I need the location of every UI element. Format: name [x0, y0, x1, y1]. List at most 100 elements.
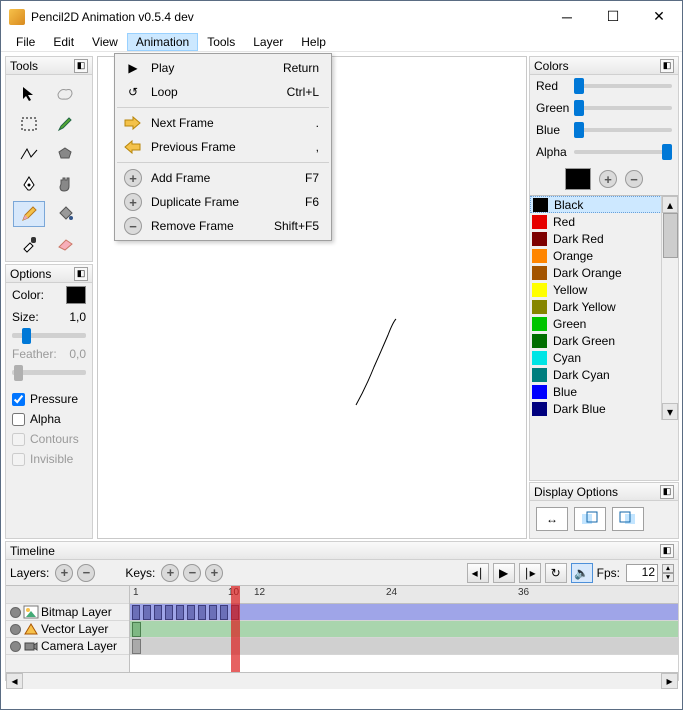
menu-animation[interactable]: Animation — [127, 33, 198, 51]
keyframe[interactable] — [132, 605, 140, 620]
keyframe[interactable] — [176, 605, 184, 620]
current-color-swatch[interactable] — [565, 168, 591, 190]
maximize-button[interactable]: ☐ — [590, 1, 636, 32]
palette-item[interactable]: Orange — [530, 247, 678, 264]
keyframe[interactable] — [165, 605, 173, 620]
fps-input[interactable]: 12 — [626, 564, 658, 582]
bitmap-layer-icon — [24, 606, 38, 618]
red-slider[interactable] — [574, 84, 672, 88]
menu-item-next-frame[interactable]: Next Frame . — [115, 111, 331, 135]
size-slider[interactable] — [12, 333, 86, 338]
frames-area[interactable]: 110122436 — [130, 586, 678, 672]
panel-float-button[interactable]: ◧ — [74, 59, 88, 73]
palette-item[interactable]: Cyan — [530, 349, 678, 366]
layer-row-vector[interactable]: Vector Layer — [6, 621, 129, 638]
mirror-h-button[interactable]: ↔ — [536, 507, 568, 531]
menu-tools[interactable]: Tools — [198, 33, 244, 51]
frame-ruler[interactable]: 110122436 — [130, 586, 678, 604]
onion-prev-button[interactable] — [574, 507, 606, 531]
sound-button[interactable]: 🔈 — [571, 563, 593, 583]
scroll-down-icon[interactable]: ▾ — [662, 403, 678, 420]
panel-float-button[interactable]: ◧ — [74, 267, 88, 281]
add-key-button[interactable]: + — [161, 564, 179, 582]
duplicate-key-button[interactable]: + — [205, 564, 223, 582]
close-button[interactable]: ✕ — [636, 1, 682, 32]
vector-track[interactable] — [130, 621, 678, 638]
goto-start-button[interactable]: ◂∣ — [467, 563, 489, 583]
palette-item[interactable]: Dark Blue — [530, 400, 678, 417]
polyline-tool[interactable] — [13, 141, 45, 167]
keyframe[interactable] — [143, 605, 151, 620]
remove-layer-button[interactable]: − — [77, 564, 95, 582]
keyframe[interactable] — [154, 605, 162, 620]
menu-layer[interactable]: Layer — [244, 33, 292, 51]
smudge-tool[interactable] — [49, 141, 81, 167]
add-layer-button[interactable]: + — [55, 564, 73, 582]
bitmap-track[interactable] — [130, 604, 678, 621]
palette-item[interactable]: Dark Yellow — [530, 298, 678, 315]
visibility-icon[interactable] — [10, 624, 21, 635]
keyframe[interactable] — [198, 605, 206, 620]
brush-tool[interactable] — [49, 111, 81, 137]
keyframe[interactable] — [209, 605, 217, 620]
play-button[interactable]: ▶ — [493, 563, 515, 583]
fps-spinner[interactable]: ▴▾ — [662, 564, 674, 582]
remove-color-button[interactable]: − — [625, 170, 643, 188]
clear-tool[interactable] — [49, 81, 81, 107]
menu-file[interactable]: File — [7, 33, 44, 51]
palette-item[interactable]: Dark Cyan — [530, 366, 678, 383]
hand-tool[interactable] — [49, 171, 81, 197]
palette-item[interactable]: Dark Red — [530, 230, 678, 247]
pencil-tool[interactable] — [13, 201, 45, 227]
palette-item[interactable]: Dark Green — [530, 332, 678, 349]
remove-key-button[interactable]: − — [183, 564, 201, 582]
color-swatch[interactable] — [66, 286, 86, 304]
palette-item[interactable]: Green — [530, 315, 678, 332]
keyframe[interactable] — [187, 605, 195, 620]
onion-next-button[interactable] — [612, 507, 644, 531]
green-slider[interactable] — [574, 106, 672, 110]
minimize-button[interactable]: ─ — [544, 1, 590, 32]
pen-tool[interactable] — [13, 171, 45, 197]
menu-view[interactable]: View — [83, 33, 127, 51]
menu-item-loop[interactable]: ↺ Loop Ctrl+L — [115, 80, 331, 104]
alpha-slider[interactable] — [574, 150, 672, 154]
palette-scrollbar[interactable]: ▴ ▾ — [661, 196, 678, 420]
panel-float-button[interactable]: ◧ — [660, 544, 674, 558]
panel-float-button[interactable]: ◧ — [660, 485, 674, 499]
blue-slider[interactable] — [574, 128, 672, 132]
menu-edit[interactable]: Edit — [44, 33, 83, 51]
menu-item-remove-frame[interactable]: − Remove Frame Shift+F5 — [115, 214, 331, 238]
goto-end-button[interactable]: ∣▸ — [519, 563, 541, 583]
loop-button[interactable]: ↻ — [545, 563, 567, 583]
palette-item[interactable]: Blue — [530, 383, 678, 400]
alpha-checkbox[interactable]: Alpha — [6, 409, 92, 429]
menu-item-duplicate-frame[interactable]: + Duplicate Frame F6 — [115, 190, 331, 214]
panel-float-button[interactable]: ◧ — [660, 59, 674, 73]
layer-row-bitmap[interactable]: Bitmap Layer — [6, 604, 129, 621]
palette-item[interactable]: Dark Orange — [530, 264, 678, 281]
layer-row-camera[interactable]: Camera Layer — [6, 638, 129, 655]
select-tool[interactable] — [13, 111, 45, 137]
playhead[interactable] — [231, 586, 240, 672]
menu-help[interactable]: Help — [292, 33, 335, 51]
timeline-h-scrollbar[interactable]: ◂▸ — [6, 672, 678, 689]
menu-item-play[interactable]: ▶ Play Return — [115, 56, 331, 80]
pressure-checkbox[interactable]: Pressure — [6, 389, 92, 409]
menu-item-add-frame[interactable]: + Add Frame F7 — [115, 166, 331, 190]
menu-item-previous-frame[interactable]: Previous Frame , — [115, 135, 331, 159]
visibility-icon[interactable] — [10, 607, 21, 618]
add-color-button[interactable]: + — [599, 170, 617, 188]
scroll-up-icon[interactable]: ▴ — [662, 196, 678, 213]
palette-item[interactable]: Yellow — [530, 281, 678, 298]
visibility-icon[interactable] — [10, 641, 21, 652]
palette-item[interactable]: Black — [530, 196, 678, 213]
loop-icon: ↺ — [123, 85, 143, 99]
keyframe[interactable] — [220, 605, 228, 620]
eraser-tool[interactable] — [49, 231, 81, 257]
move-tool[interactable] — [13, 81, 45, 107]
palette-item[interactable]: Red — [530, 213, 678, 230]
bucket-tool[interactable] — [49, 201, 81, 227]
eyedropper-tool[interactable] — [13, 231, 45, 257]
camera-track[interactable] — [130, 638, 678, 655]
